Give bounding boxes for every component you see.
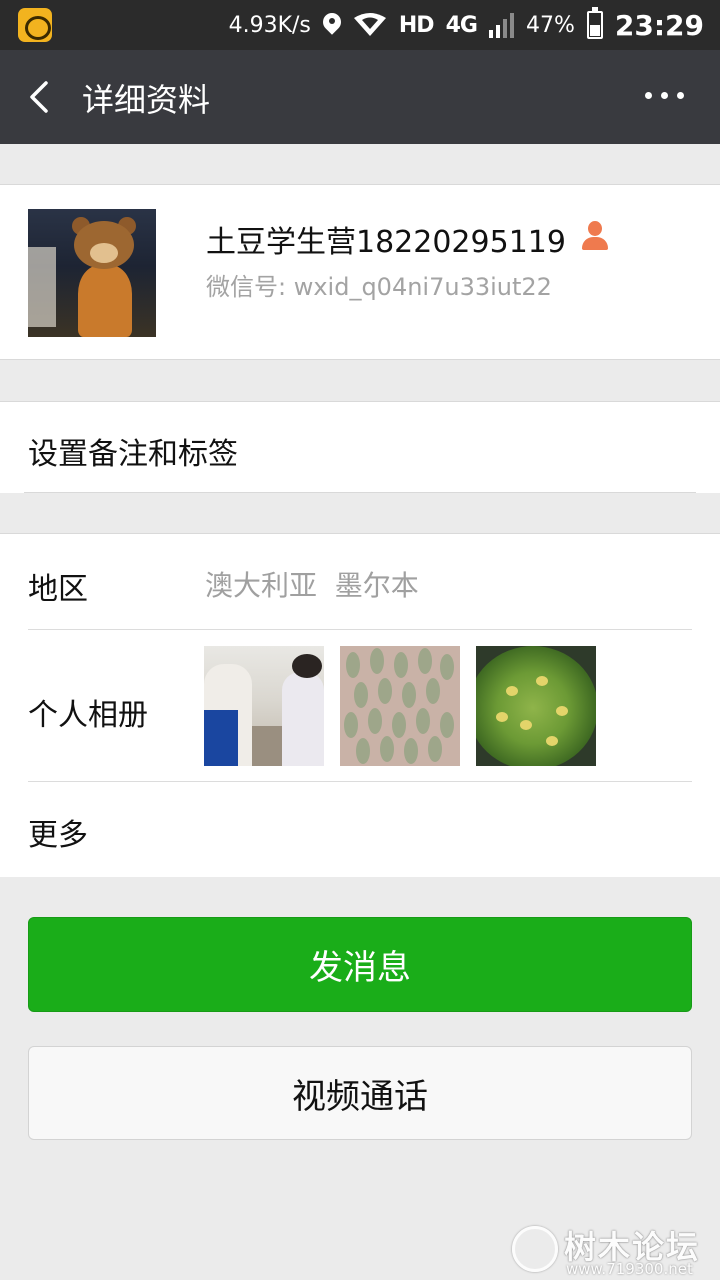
network-speed: 4.93K/s [228,12,311,38]
avatar[interactable] [28,209,156,337]
region-label: 地区 [28,572,88,607]
album-label: 个人相册 [28,698,148,733]
set-remark-label: 设置备注和标签 [28,437,238,472]
wechat-id: 微信号: wxid_q04ni7u33iut22 [206,273,552,301]
hd-indicator: HD [398,12,435,38]
set-remark-row[interactable]: 设置备注和标签 [0,401,720,493]
album-photo[interactable] [204,646,324,766]
send-message-button[interactable]: 发消息 [28,917,692,1012]
app-notification-icon [18,8,52,42]
album-photo[interactable] [340,646,460,766]
page-title: 详细资料 [82,81,211,119]
region-value: 澳大利亚 墨尔本 [205,569,419,602]
watermark-logo-icon [512,1226,558,1272]
album-photo[interactable] [476,646,596,766]
profile-card: 土豆学生营18220295119 微信号: wxid_q04ni7u33iut2… [0,184,720,360]
more-options-icon[interactable] [645,92,684,99]
battery-icon [586,7,603,39]
clock: 23:29 [614,8,704,42]
watermark-url: www.719300.net [566,1260,693,1278]
wifi-icon [353,12,387,38]
status-indicators: 4.93K/s HD 4G 47% 23:29 [229,0,704,50]
contact-person-icon [580,221,610,251]
info-section: 地区 澳大利亚 墨尔本 个人相册 更多 [0,533,720,877]
status-bar: 4.93K/s HD 4G 47% 23:29 [0,0,720,50]
more-label: 更多 [28,818,88,853]
network-type: 4G [445,12,478,38]
location-icon [323,13,341,37]
watermark: 树木论坛 www.719300.net [512,1222,712,1278]
nav-bar: 详细资料 [0,50,720,144]
back-icon[interactable] [26,80,54,114]
battery-percent: 47% [525,12,575,38]
profile-name: 土豆学生营18220295119 [206,225,566,260]
video-call-button[interactable]: 视频通话 [28,1046,692,1140]
signal-icon [488,12,514,38]
